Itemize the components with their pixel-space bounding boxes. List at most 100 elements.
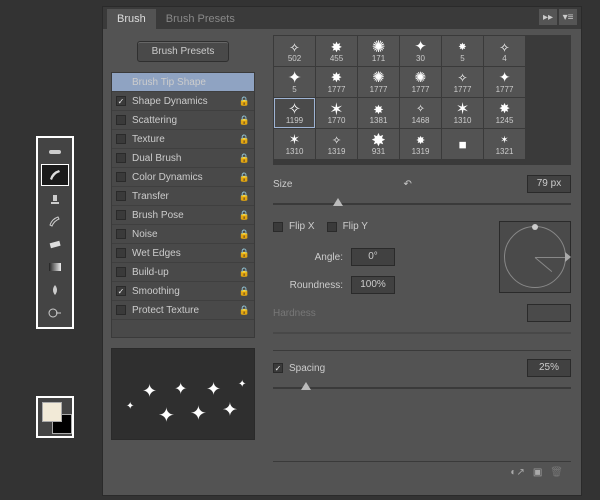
tab-brush-presets[interactable]: Brush Presets [156,9,245,29]
brush-thumb-1319[interactable]: ✸1319 [400,129,441,159]
option-checkbox[interactable] [116,153,126,163]
flip-y-checkbox[interactable] [327,222,337,232]
tool-history-brush[interactable] [41,210,69,232]
flip-y-label: Flip Y [343,221,368,232]
option-build-up[interactable]: Build-up🔒 [112,263,254,282]
lock-icon[interactable]: 🔒 [239,134,250,145]
lock-icon[interactable]: 🔒 [239,153,250,164]
option-checkbox[interactable] [116,172,126,182]
brush-thumb-5[interactable]: ✦5 [274,67,315,97]
roundness-value[interactable]: 100% [351,276,395,294]
option-label: Color Dynamics [132,172,203,183]
toggle-live-preview-icon[interactable]: ◐↗ [510,467,524,478]
size-value[interactable]: 79 px [527,175,571,193]
option-brush-pose[interactable]: Brush Pose🔒 [112,206,254,225]
tool-gradient[interactable] [41,256,69,278]
fg-color[interactable] [42,402,62,422]
brush-thumb-1777[interactable]: ✧1777 [442,67,483,97]
option-color-dynamics[interactable]: Color Dynamics 🔒 [112,168,254,187]
brush-thumb-502[interactable]: ✧502 [274,36,315,66]
size-slider[interactable] [273,195,571,213]
option-label: Shape Dynamics [132,96,208,107]
brush-thumbnail-grid[interactable]: ✧502✸455✺171✦30✸5✧4✦5✸1777✺1777✺1777✧177… [273,35,571,165]
spacing-value[interactable]: 25% [527,359,571,377]
tool-dodge[interactable] [41,302,69,324]
option-shape-dynamics[interactable]: ✓ Shape Dynamics 🔒 [112,92,254,111]
roundness-label: Roundness: [273,280,343,291]
lock-icon[interactable]: 🔒 [239,286,250,297]
brush-options-list: Brush Tip Shape✓Shape Dynamics🔒Scatterin… [111,72,255,338]
brush-thumb-1381[interactable]: ✸1381 [358,98,399,128]
tab-brush[interactable]: Brush [107,9,156,29]
angle-dial[interactable] [499,221,571,293]
brush-thumb-1770[interactable]: ✶1770 [316,98,357,128]
lock-icon[interactable]: 🔒 [239,96,250,107]
brush-thumb-blank[interactable]: ■ [442,129,483,159]
tool-stamp[interactable] [41,187,69,209]
option-texture[interactable]: Texture🔒 [112,130,254,149]
brush-thumb-1310[interactable]: ✶1310 [274,129,315,159]
option-checkbox[interactable] [116,229,126,239]
option-dual-brush[interactable]: Dual Brush🔒 [112,149,254,168]
hardness-value [527,304,571,322]
brush-thumb-1777[interactable]: ✦1777 [484,67,525,97]
lock-icon[interactable]: 🔒 [239,191,250,202]
reset-size-icon[interactable]: ↶ [398,175,418,193]
brush-thumb-1777[interactable]: ✺1777 [400,67,441,97]
flip-x-checkbox[interactable] [273,222,283,232]
option-label: Noise [132,229,158,240]
brush-thumb-1777[interactable]: ✺1777 [358,67,399,97]
brush-thumb-4[interactable]: ✧4 [484,36,525,66]
lock-icon[interactable]: 🔒 [239,248,250,259]
lock-icon[interactable]: 🔒 [239,305,250,316]
option-checkbox[interactable]: ✓ [116,96,126,106]
option-noise[interactable]: Noise 🔒 [112,225,254,244]
brush-thumb-455[interactable]: ✸455 [316,36,357,66]
option-smoothing[interactable]: ✓Smoothing🔒 [112,282,254,301]
spacing-slider[interactable] [273,379,571,397]
option-checkbox[interactable] [116,210,126,220]
option-wet-edges[interactable]: Wet Edges🔒 [112,244,254,263]
option-checkbox[interactable] [116,191,126,201]
tool-brush[interactable] [41,164,69,186]
option-checkbox[interactable] [116,134,126,144]
tool-blur[interactable] [41,279,69,301]
lock-icon[interactable]: 🔒 [239,229,250,240]
option-brush-tip-shape[interactable]: Brush Tip Shape [112,73,254,92]
brush-thumb-171[interactable]: ✺171 [358,36,399,66]
option-checkbox[interactable] [116,267,126,277]
brush-thumb-1199[interactable]: ✧1199 [274,98,315,128]
brush-thumb-931[interactable]: ✸931 [358,129,399,159]
new-brush-icon[interactable]: ▣ [533,467,542,478]
option-checkbox[interactable]: ✓ [116,286,126,296]
brush-thumb-1321[interactable]: ✶1321 [484,129,525,159]
brush-thumb-1468[interactable]: ✧1468 [400,98,441,128]
option-protect-texture[interactable]: Protect Texture🔒 [112,301,254,320]
lock-icon[interactable]: 🔒 [239,172,250,183]
lock-icon[interactable]: 🔒 [239,115,250,126]
lock-icon[interactable]: 🔒 [239,210,250,221]
option-scattering[interactable]: Scattering🔒 [112,111,254,130]
tool-eraser[interactable] [41,233,69,255]
panel-collapse-icon[interactable]: ▸▸ [539,9,557,25]
option-transfer[interactable]: Transfer🔒 [112,187,254,206]
brush-presets-button[interactable]: Brush Presets [137,41,230,62]
lock-icon[interactable]: 🔒 [239,267,250,278]
brush-thumb-1310[interactable]: ✶1310 [442,98,483,128]
angle-label: Angle: [273,252,343,263]
brush-thumb-30[interactable]: ✦30 [400,36,441,66]
spacing-label: Spacing [289,363,325,374]
option-checkbox[interactable] [116,305,126,315]
option-checkbox[interactable] [116,248,126,258]
angle-value[interactable]: 0° [351,248,395,266]
brush-thumb-1777[interactable]: ✸1777 [316,67,357,97]
brush-thumb-5[interactable]: ✸5 [442,36,483,66]
brush-thumb-1245[interactable]: ✸1245 [484,98,525,128]
panel-menu-icon[interactable]: ▾≡ [559,9,577,25]
trash-icon[interactable]: 🗑 [550,467,563,478]
color-swatch[interactable] [36,396,74,438]
option-checkbox[interactable] [116,115,126,125]
tool-healing[interactable] [41,141,69,163]
spacing-checkbox[interactable]: ✓ [273,363,283,373]
brush-thumb-1319[interactable]: ✧1319 [316,129,357,159]
